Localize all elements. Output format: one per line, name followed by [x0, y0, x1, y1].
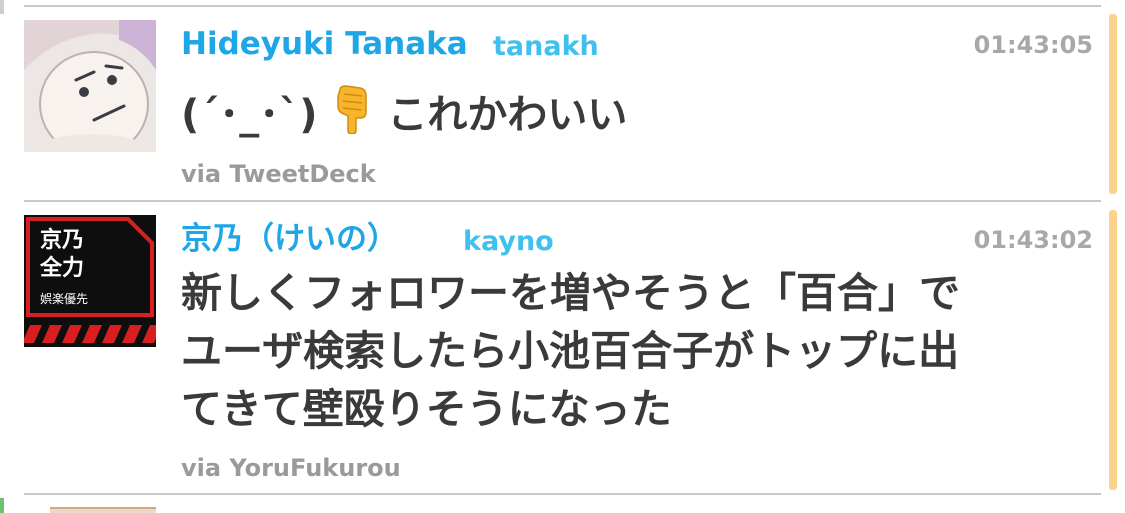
tweet-divider [24, 493, 1101, 495]
avatar-text: 娯楽優先 [40, 292, 89, 306]
tweet-text-line: 新しくフォロワーを増やそうと「百合」で [181, 269, 960, 317]
tweet-text-part: これかわいい [387, 92, 628, 138]
avatar-text: 全力 [40, 255, 85, 281]
next-avatar-partial[interactable] [50, 507, 156, 513]
avatar[interactable] [24, 20, 156, 152]
timestamp: 01:43:02 [973, 226, 1093, 254]
tweet-text: 新しくフォロワーを増やそうと「百合」で ユーザ検索したら小池百合子がトップに出 … [181, 264, 960, 438]
screen-name[interactable]: tanakh [493, 29, 599, 65]
accent-bar [1109, 14, 1117, 194]
timestamp: 01:43:05 [973, 31, 1093, 59]
avatar-text: 京乃 [40, 227, 85, 253]
avatar[interactable]: 京乃 全力 娯楽優先 [24, 215, 156, 347]
via-client[interactable]: via TweetDeck [181, 158, 376, 190]
timeline: Hideyuki Tanaka tanakh 01:43:05 (´･_･`) … [0, 0, 1125, 513]
tweet-text-line: てきて壁殴りそうになった [181, 385, 672, 433]
via-client[interactable]: via YoruFukurou [181, 452, 401, 484]
display-name[interactable]: 京乃（けいの） [181, 219, 398, 259]
tweet-item[interactable]: 京乃 全力 娯楽優先 京乃（けいの） kayno 01:43:02 新しくフォロ… [0, 200, 1125, 493]
screen-name[interactable]: kayno [463, 224, 554, 260]
backhand-index-pointing-down-icon [334, 84, 370, 147]
accent-bar [1109, 210, 1117, 490]
avatar-image [24, 20, 156, 152]
display-name[interactable]: Hideyuki Tanaka [181, 24, 468, 64]
tweet-text-part: (´･_･`) [181, 92, 318, 138]
tweet-item[interactable]: Hideyuki Tanaka tanakh 01:43:05 (´･_･`) … [0, 0, 1125, 200]
tweet-text: (´･_･`) これかわいい [181, 84, 627, 147]
timeline-edge-mark-bottom [0, 498, 4, 513]
tweet-text-line: ユーザ検索したら小池百合子がトップに出 [181, 327, 960, 375]
